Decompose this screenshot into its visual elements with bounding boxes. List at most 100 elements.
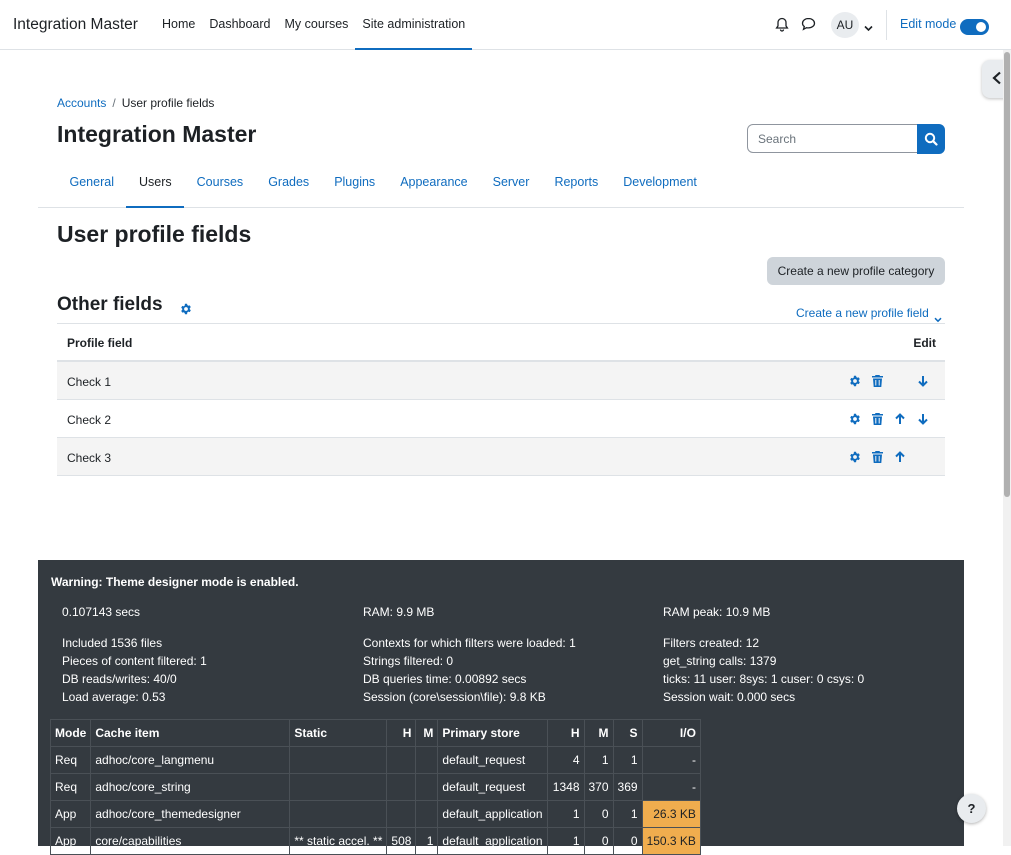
move-down-arrow-icon[interactable] [917, 375, 929, 390]
tab-server[interactable]: Server [480, 168, 542, 208]
table-header: Profile field Edit [57, 323, 945, 362]
perf-stat: Load average: 0.53 [62, 690, 166, 704]
col-s: S [612, 719, 643, 747]
delete-trash-icon[interactable] [872, 413, 883, 428]
tab-appearance[interactable]: Appearance [388, 168, 480, 208]
perf-stat: Strings filtered: 0 [363, 654, 454, 668]
edit-category-gear-icon[interactable] [180, 302, 192, 320]
cell: - [641, 773, 701, 801]
move-up-arrow-icon[interactable] [894, 413, 906, 428]
tab-development[interactable]: Development [611, 168, 710, 208]
admin-search-input[interactable] [747, 124, 918, 153]
edit-gear-icon[interactable] [849, 451, 861, 466]
cell: adhoc/core_themedesigner [90, 800, 291, 828]
section-heading: Other fields [57, 294, 163, 315]
search-icon [924, 132, 938, 146]
create-profile-field-dropdown[interactable]: Create a new profile field [796, 306, 929, 320]
edit-mode-toggle[interactable] [960, 19, 989, 35]
tab-users[interactable]: Users [126, 168, 185, 208]
cell: 1 [612, 746, 643, 774]
column-header-edit: Edit [913, 336, 936, 350]
cell [289, 773, 388, 801]
performance-footer: Warning: Theme designer mode is enabled.… [38, 560, 964, 855]
col-m: M [583, 719, 614, 747]
tab-grades[interactable]: Grades [256, 168, 322, 208]
site-brand[interactable]: Integration Master [13, 16, 138, 34]
tab-plugins[interactable]: Plugins [322, 168, 388, 208]
table-row: Check 2 [57, 400, 945, 438]
cell [386, 746, 417, 774]
help-button[interactable]: ? [957, 794, 986, 823]
move-up-arrow-icon[interactable] [894, 451, 906, 466]
perf-stat: DB reads/writes: 40/0 [62, 672, 177, 686]
nav-my-courses[interactable]: My courses [278, 0, 356, 50]
cell: 1 [612, 800, 643, 828]
cell: 370 [583, 773, 614, 801]
admin-search-button[interactable] [917, 124, 945, 154]
cell: 1 [546, 800, 585, 828]
theme-designer-warning: Warning: Theme designer mode is enabled. [51, 575, 299, 589]
cell: 1 [415, 827, 439, 855]
cell: 0 [583, 800, 614, 828]
cell: Req [49, 773, 92, 801]
notifications-bell-icon[interactable] [775, 17, 789, 37]
cell: 0 [583, 827, 614, 855]
perf-stat: Filters created: 12 [663, 636, 760, 650]
tab-courses[interactable]: Courses [184, 168, 256, 208]
nav-divider [886, 10, 887, 40]
cell: - [641, 746, 701, 774]
perf-stat: Pieces of content filtered: 1 [62, 654, 207, 668]
col-static: Static [289, 719, 388, 747]
page-scrollbar-thumb[interactable] [1004, 52, 1010, 497]
cell [415, 773, 439, 801]
perf-stat: Session wait: 0.000 secs [663, 690, 796, 704]
site-title: Integration Master [57, 121, 257, 147]
perf-stat: ticks: 11 user: 8sys: 1 cuser: 0 csys: 0 [663, 672, 865, 686]
cell: ** static accel. ** [289, 827, 388, 855]
perf-stat: get_string calls: 1379 [663, 654, 777, 668]
col-h: H [546, 719, 585, 747]
col-io: I/O [641, 719, 701, 747]
nav-site-administration[interactable]: Site administration [355, 0, 473, 50]
edit-gear-icon[interactable] [849, 413, 861, 428]
edit-gear-icon[interactable] [849, 375, 861, 390]
edit-mode-label[interactable]: Edit mode [900, 17, 956, 31]
cell: 508 [386, 827, 417, 855]
delete-trash-icon[interactable] [872, 451, 883, 466]
cell: default_application [437, 827, 548, 855]
top-navbar: Integration Master Home Dashboard My cou… [0, 0, 1011, 50]
cell [289, 746, 388, 774]
messages-chat-icon[interactable] [801, 17, 816, 36]
column-header-profile-field: Profile field [67, 336, 133, 350]
nav-home[interactable]: Home [155, 0, 202, 50]
profile-fields-table: Profile field Edit Check 1 Check 2 Check… [57, 323, 945, 476]
col-cache-item: Cache item [90, 719, 291, 747]
tab-reports[interactable]: Reports [542, 168, 611, 208]
perf-ram: RAM: 9.9 MB [363, 605, 435, 619]
nav-dashboard[interactable]: Dashboard [202, 0, 277, 50]
cell: Req [49, 746, 92, 774]
tab-general[interactable]: General [57, 168, 126, 208]
chevron-left-icon [992, 71, 1001, 85]
perf-stat: Contexts for which filters were loaded: … [363, 636, 576, 650]
cell: 369 [612, 773, 643, 801]
cache-row: Req adhoc/core_string default_request 13… [49, 773, 701, 801]
delete-trash-icon[interactable] [872, 375, 883, 390]
breadcrumb-accounts[interactable]: Accounts [57, 96, 106, 110]
profile-field-name: Check 3 [67, 451, 112, 465]
cell: core/capabilities [90, 827, 291, 855]
cell: adhoc/core_string [90, 773, 291, 801]
move-down-arrow-icon[interactable] [917, 413, 929, 428]
profile-field-name: Check 1 [67, 375, 112, 389]
cache-row: App core/capabilities ** static accel. *… [49, 827, 701, 855]
col-mode: Mode [49, 719, 92, 747]
cell: App [49, 827, 92, 855]
user-avatar[interactable]: AU [831, 12, 859, 38]
cell: 1 [583, 746, 614, 774]
create-profile-category-button[interactable]: Create a new profile category [767, 257, 945, 285]
cell: 1 [546, 827, 585, 855]
perf-stat: DB queries time: 0.00892 secs [363, 672, 527, 686]
chevron-down-icon[interactable] [864, 19, 873, 37]
table-row: Check 3 [57, 438, 945, 476]
io-highlight-cell: 26.3 KB [641, 800, 701, 828]
